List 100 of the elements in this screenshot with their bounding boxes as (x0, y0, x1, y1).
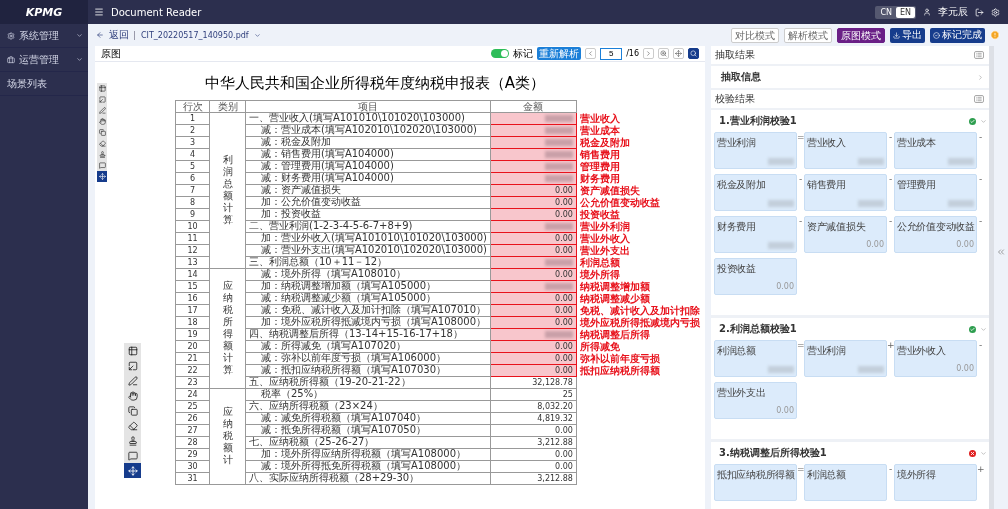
menu-icon[interactable] (94, 7, 104, 17)
blurred-value (768, 158, 794, 165)
table-cell: 减：所得减免（填写A107020） (245, 340, 491, 353)
hand-icon[interactable] (97, 116, 107, 127)
card-label: 营业收入 (807, 136, 847, 150)
table-cell: 5 (175, 160, 210, 173)
language-option[interactable]: CN (876, 6, 896, 18)
list-button[interactable] (974, 51, 984, 59)
download-icon (893, 31, 900, 39)
table-cell: 四、纳税调整后所得（13-14+15-16-17+18） (245, 328, 491, 341)
operator: - (887, 216, 894, 228)
eraser-icon[interactable] (97, 138, 107, 149)
blurred-value (768, 242, 794, 249)
annotation-label: 公允价值变动收益 (576, 196, 702, 209)
table-icon[interactable] (97, 83, 107, 94)
list-icon (976, 52, 982, 58)
complete-button[interactable]: 标记完成 (930, 27, 985, 43)
table-cell: 26 (175, 412, 210, 425)
table-cell: 0.00 (490, 460, 577, 473)
category-label: 应纳税额计 (222, 406, 233, 466)
table-cell: 16 (175, 292, 210, 305)
table-cell: 3,212.88 (490, 472, 577, 485)
logo: KPMG (0, 0, 88, 24)
stamp-icon[interactable] (97, 149, 107, 160)
table-cell: 29 (175, 448, 210, 461)
table-cell: 14 (175, 268, 210, 281)
operator: - (797, 174, 804, 186)
file-selector[interactable]: CIT_20220517_140950.pdf (134, 30, 249, 40)
table-cell: 11 (175, 232, 210, 245)
operator: - (977, 174, 984, 186)
blurred-value (948, 158, 974, 165)
sidebar-item[interactable]: 系统管理 (0, 24, 88, 48)
card-label: 营业利润 (717, 136, 757, 150)
annotation-label: 营业外支出 (576, 244, 702, 257)
table-cell: 0.00 (490, 424, 577, 437)
card-label: 资产减值损失 (807, 220, 867, 234)
table-cell: 减：管理费用(填写A104000) (245, 160, 491, 173)
list-button[interactable] (974, 95, 984, 103)
reparse-button[interactable]: 重新解析 (537, 47, 582, 60)
move-button[interactable] (673, 48, 684, 59)
annotation-label: 销售费用 (576, 148, 702, 161)
check-title: 3.纳税调整后所得校验1 (719, 446, 827, 460)
chevron-right-icon (977, 73, 984, 81)
table-cell: 13 (175, 256, 210, 269)
table-cell: 减：销售费用(填写A104000) (245, 148, 491, 161)
mode-button[interactable]: 原图模式 (837, 27, 885, 43)
card-label: 财务费用 (717, 220, 757, 234)
toggle-label: 标记 (513, 46, 534, 61)
app-title: Document Reader (111, 6, 203, 18)
search-button[interactable] (688, 48, 699, 59)
info-row[interactable]: 抽取信息 (711, 66, 989, 90)
annotation-label: 免税、减计收入及加计扣除 (576, 304, 702, 317)
page-field[interactable]: 5 (600, 47, 623, 60)
card-label: 营业成本 (897, 136, 937, 150)
export-button[interactable]: 导出 (890, 27, 925, 43)
table-cell: 22 (175, 364, 210, 377)
comment-icon[interactable] (97, 160, 107, 171)
annotation-label: 营业外收入 (576, 232, 702, 245)
move-icon[interactable] (124, 463, 141, 478)
blurred-value (858, 366, 884, 373)
column-header: 类别 (209, 100, 246, 113)
zoom-in-button[interactable] (658, 48, 669, 59)
table-cell: 2 (175, 124, 210, 137)
table-cell: 24 (175, 388, 210, 401)
zoom-in-icon (660, 50, 667, 57)
category-label: 利润总额计算 (222, 154, 233, 226)
sidebar-item[interactable]: 场景列表 (0, 72, 88, 96)
pen-icon[interactable] (97, 105, 107, 116)
table-cell: 1 (175, 112, 210, 125)
back-link[interactable]: 返回 (109, 28, 129, 42)
blurred-value (948, 200, 974, 207)
table-cell: 15 (175, 280, 210, 293)
move-icon[interactable] (97, 171, 107, 182)
mode-button[interactable]: 解析模式 (784, 27, 832, 43)
sidebar-item[interactable]: 运营管理 (0, 48, 88, 72)
table-cell: 3,212.88 (490, 436, 577, 449)
caret-icon[interactable] (253, 31, 261, 39)
mode-button[interactable]: 对比模式 (731, 27, 779, 43)
table-cell: 20 (175, 340, 210, 353)
table-cell: 一、营业收入(填写A101010\101020\103000) (245, 112, 491, 125)
settings-icon[interactable] (991, 7, 1000, 17)
language-option[interactable]: EN (895, 6, 915, 18)
arrow-left-icon[interactable] (96, 31, 104, 39)
table-cell: 21 (175, 352, 210, 365)
mark-toggle[interactable] (491, 49, 510, 58)
card-label: 营业利润 (807, 344, 847, 358)
annotation-label: 管理费用 (576, 160, 702, 173)
panel-title: 抽取结果 (715, 48, 755, 62)
user-name[interactable]: 李元辰 (938, 5, 968, 19)
table-cell: 23 (175, 376, 210, 389)
table-cell: 31 (175, 472, 210, 485)
annotation-label: 利润总额 (576, 256, 702, 269)
briefcase-icon (7, 55, 15, 64)
copy-icon[interactable] (97, 127, 107, 138)
card-value: 0.00 (776, 282, 794, 291)
table-cell: 6 (175, 172, 210, 185)
table-cell: 32,128.78 (490, 376, 577, 389)
logout-icon[interactable] (975, 7, 984, 17)
box-arrow-icon[interactable] (97, 94, 107, 105)
table-cell: 8,032.20 (490, 400, 577, 413)
